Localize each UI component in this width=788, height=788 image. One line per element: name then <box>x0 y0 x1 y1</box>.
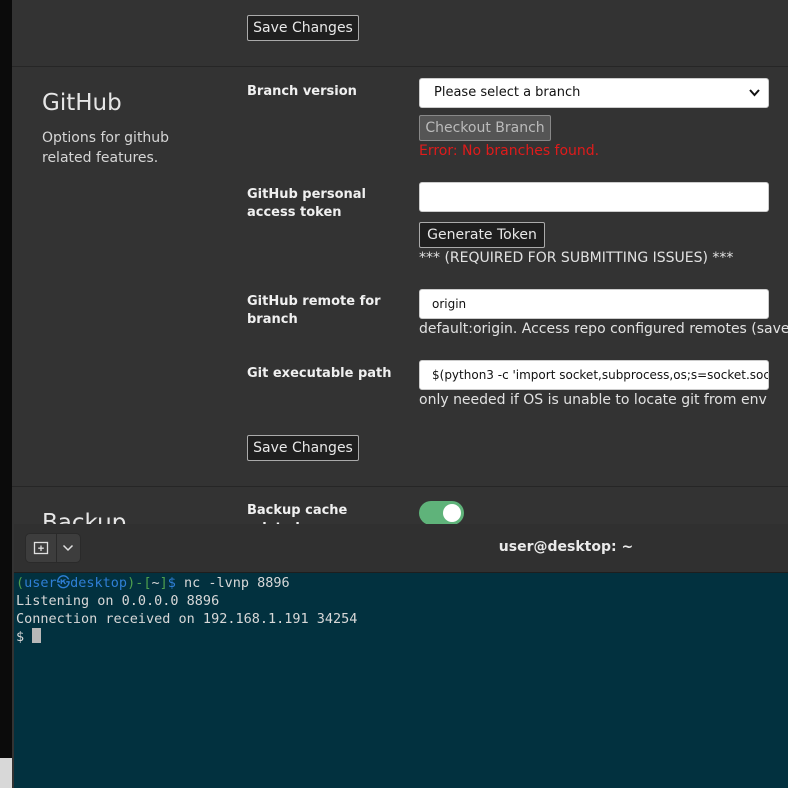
terminal-window: user@desktop: ~ (user㉿desktop)-[~]$ nc -… <box>14 524 788 788</box>
terminal-current-line: $ <box>16 628 786 646</box>
prompt-host: desktop <box>70 575 128 591</box>
github-section-description: Options for github related features. <box>42 130 170 166</box>
section-divider <box>12 486 788 487</box>
terminal-cursor <box>32 628 42 643</box>
branch-select[interactable]: Please select a branch <box>419 78 769 108</box>
toggle-knob <box>443 504 461 522</box>
github-save-changes-button[interactable]: Save Changes <box>247 435 359 461</box>
backup-cache-toggle[interactable] <box>419 501 464 525</box>
prompt-bracket: ( <box>16 575 25 591</box>
github-remote-input[interactable]: origin <box>419 289 769 319</box>
current-prompt: $ <box>16 629 25 645</box>
terminal-line-command: (user㉿desktop)-[~]$ nc -lvnp 8896 <box>16 574 786 592</box>
github-remote-label: GitHub remote for branch <box>247 294 381 327</box>
github-section-title: GitHub <box>42 90 122 116</box>
terminal-output-line: Connection received on 192.168.1.191 342… <box>16 611 358 627</box>
branch-version-label: Branch version <box>247 84 357 99</box>
branch-select-value: Please select a branch <box>434 85 581 100</box>
github-token-input[interactable] <box>419 182 769 212</box>
terminal-command: nc -lvnp 8896 <box>184 575 290 591</box>
terminal-output-line: Listening on 0.0.0.0 8896 <box>16 593 220 609</box>
git-executable-path-label: Git executable path <box>247 366 392 381</box>
prompt-at-icon: ㉿ <box>56 575 71 591</box>
top-save-changes-button[interactable]: Save Changes <box>247 15 359 41</box>
prompt-user: user <box>24 575 57 591</box>
section-divider <box>12 66 788 67</box>
prompt-bracket: ] <box>159 575 168 591</box>
terminal-output[interactable]: (user㉿desktop)-[~]$ nc -lvnp 8896 Listeni… <box>16 574 786 646</box>
git-executable-path-input[interactable]: $(python3 -c 'import socket,subprocess,o… <box>419 360 769 390</box>
desktop: Save Changes GitHub Options for github r… <box>0 0 788 788</box>
github-token-label: GitHub personal access token <box>247 187 366 220</box>
prompt-bracket: )-[ <box>127 575 152 591</box>
chevron-down-icon <box>749 79 760 118</box>
generate-token-button[interactable]: Generate Token <box>419 222 545 248</box>
prompt-directory: ~ <box>151 575 160 591</box>
terminal-header-bar: user@desktop: ~ <box>14 524 788 573</box>
checkout-branch-button[interactable]: Checkout Branch <box>419 115 551 141</box>
git-path-help: only needed if OS is unable to locate gi… <box>419 392 767 408</box>
branch-error-message: Error: No branches found. <box>419 143 600 159</box>
prompt-dollar: $ <box>167 575 176 591</box>
token-required-note: *** (REQUIRED FOR SUBMITTING ISSUES) *** <box>419 250 734 266</box>
github-remote-help: default:origin. Access repo configured r… <box>419 321 788 337</box>
terminal-title: user@desktop: ~ <box>498 539 634 555</box>
